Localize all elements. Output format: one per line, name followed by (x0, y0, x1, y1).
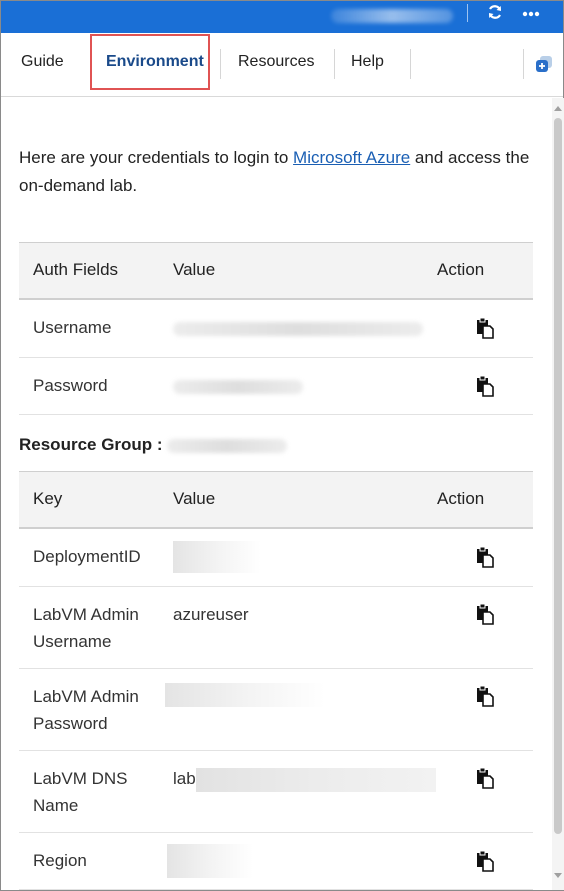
labvm-admin-password-label: LabVM Admin Password (19, 668, 173, 751)
tab-divider (523, 49, 524, 79)
scroll-up-arrow-icon[interactable] (554, 106, 562, 111)
refresh-icon[interactable] (485, 1, 505, 23)
resource-table: Key Value Action DeploymentID LabVM Admi… (19, 471, 533, 890)
tab-bar: Guide Environment Resources Help (1, 33, 563, 97)
more-icon[interactable] (519, 1, 543, 23)
scrollbar[interactable] (552, 98, 564, 890)
region-label: Region (19, 832, 173, 890)
region-redacted (167, 844, 253, 878)
copy-admin-password-button[interactable] (437, 668, 533, 751)
tab-divider (410, 49, 411, 79)
titlebar-separator (467, 4, 468, 22)
title-bar (1, 1, 563, 33)
password-redacted (173, 379, 303, 394)
copy-icon[interactable] (475, 317, 495, 340)
copy-admin-username-button[interactable] (437, 586, 533, 669)
tab-help[interactable]: Help (351, 33, 384, 90)
dns-name-redacted (195, 767, 436, 792)
auth-fields-table: Auth Fields Value Action Username Passwo… (19, 242, 533, 415)
copy-icon[interactable] (475, 850, 495, 872)
username-redacted (173, 321, 423, 336)
labvm-dns-name-label: LabVM DNS Name (19, 750, 173, 833)
deployment-id-label: DeploymentID (19, 527, 173, 587)
table-row: LabVM DNS Name lab (19, 750, 533, 833)
scrollbar-thumb[interactable] (554, 118, 562, 834)
table-row: Region (19, 832, 533, 890)
header-key: Key (19, 471, 173, 529)
password-label: Password (19, 357, 173, 415)
resource-group-label: Resource Group : (19, 435, 287, 455)
table-row: Password (19, 357, 533, 415)
dns-name-prefix: lab (173, 769, 196, 788)
credentials-intro: Here are your credentials to login to Mi… (19, 144, 539, 200)
resource-group-text: Resource Group : (19, 435, 163, 454)
header-action: Action (437, 471, 533, 529)
deployment-id-value (173, 527, 437, 587)
table-row: LabVM Admin Password (19, 668, 533, 751)
password-value (173, 357, 437, 415)
labvm-admin-username-label: LabVM Admin Username (19, 586, 173, 669)
copy-username-button[interactable] (437, 298, 533, 358)
user-name-redacted (331, 9, 453, 23)
resource-group-redacted (166, 438, 287, 453)
username-value (173, 298, 437, 358)
scroll-down-arrow-icon[interactable] (554, 873, 562, 878)
microsoft-azure-link[interactable]: Microsoft Azure (293, 148, 410, 167)
copy-dns-name-button[interactable] (437, 750, 533, 833)
copy-icon[interactable] (475, 603, 495, 625)
copy-password-button[interactable] (437, 357, 533, 415)
table-row: LabVM Admin Username azureuser (19, 586, 533, 669)
labvm-admin-password-value (165, 668, 437, 751)
tab-guide[interactable]: Guide (21, 33, 64, 90)
table-header-row: Key Value Action (19, 471, 533, 529)
copy-region-button[interactable] (437, 832, 533, 890)
expand-panel-icon[interactable] (535, 55, 553, 73)
tab-resources[interactable]: Resources (238, 33, 314, 90)
tab-divider (220, 49, 221, 79)
tab-environment[interactable]: Environment (106, 33, 204, 90)
region-value (167, 832, 437, 890)
copy-icon[interactable] (475, 767, 495, 789)
copy-deployment-id-button[interactable] (437, 527, 533, 587)
copy-icon[interactable] (475, 375, 495, 397)
header-action: Action (437, 242, 533, 300)
table-header-row: Auth Fields Value Action (19, 242, 533, 300)
labvm-admin-username-value: azureuser (173, 586, 437, 669)
deployment-id-redacted (173, 541, 261, 574)
header-auth-fields: Auth Fields (19, 242, 173, 300)
username-label: Username (19, 298, 173, 358)
tab-divider (334, 49, 335, 79)
table-row: DeploymentID (19, 527, 533, 587)
header-value: Value (173, 471, 437, 529)
labvm-dns-name-value: lab (173, 750, 437, 833)
header-value: Value (173, 242, 437, 300)
table-row: Username (19, 298, 533, 358)
copy-icon[interactable] (475, 546, 495, 569)
intro-text: Here are your credentials to login to (19, 148, 294, 167)
copy-icon[interactable] (475, 685, 495, 707)
admin-password-redacted (165, 683, 325, 707)
